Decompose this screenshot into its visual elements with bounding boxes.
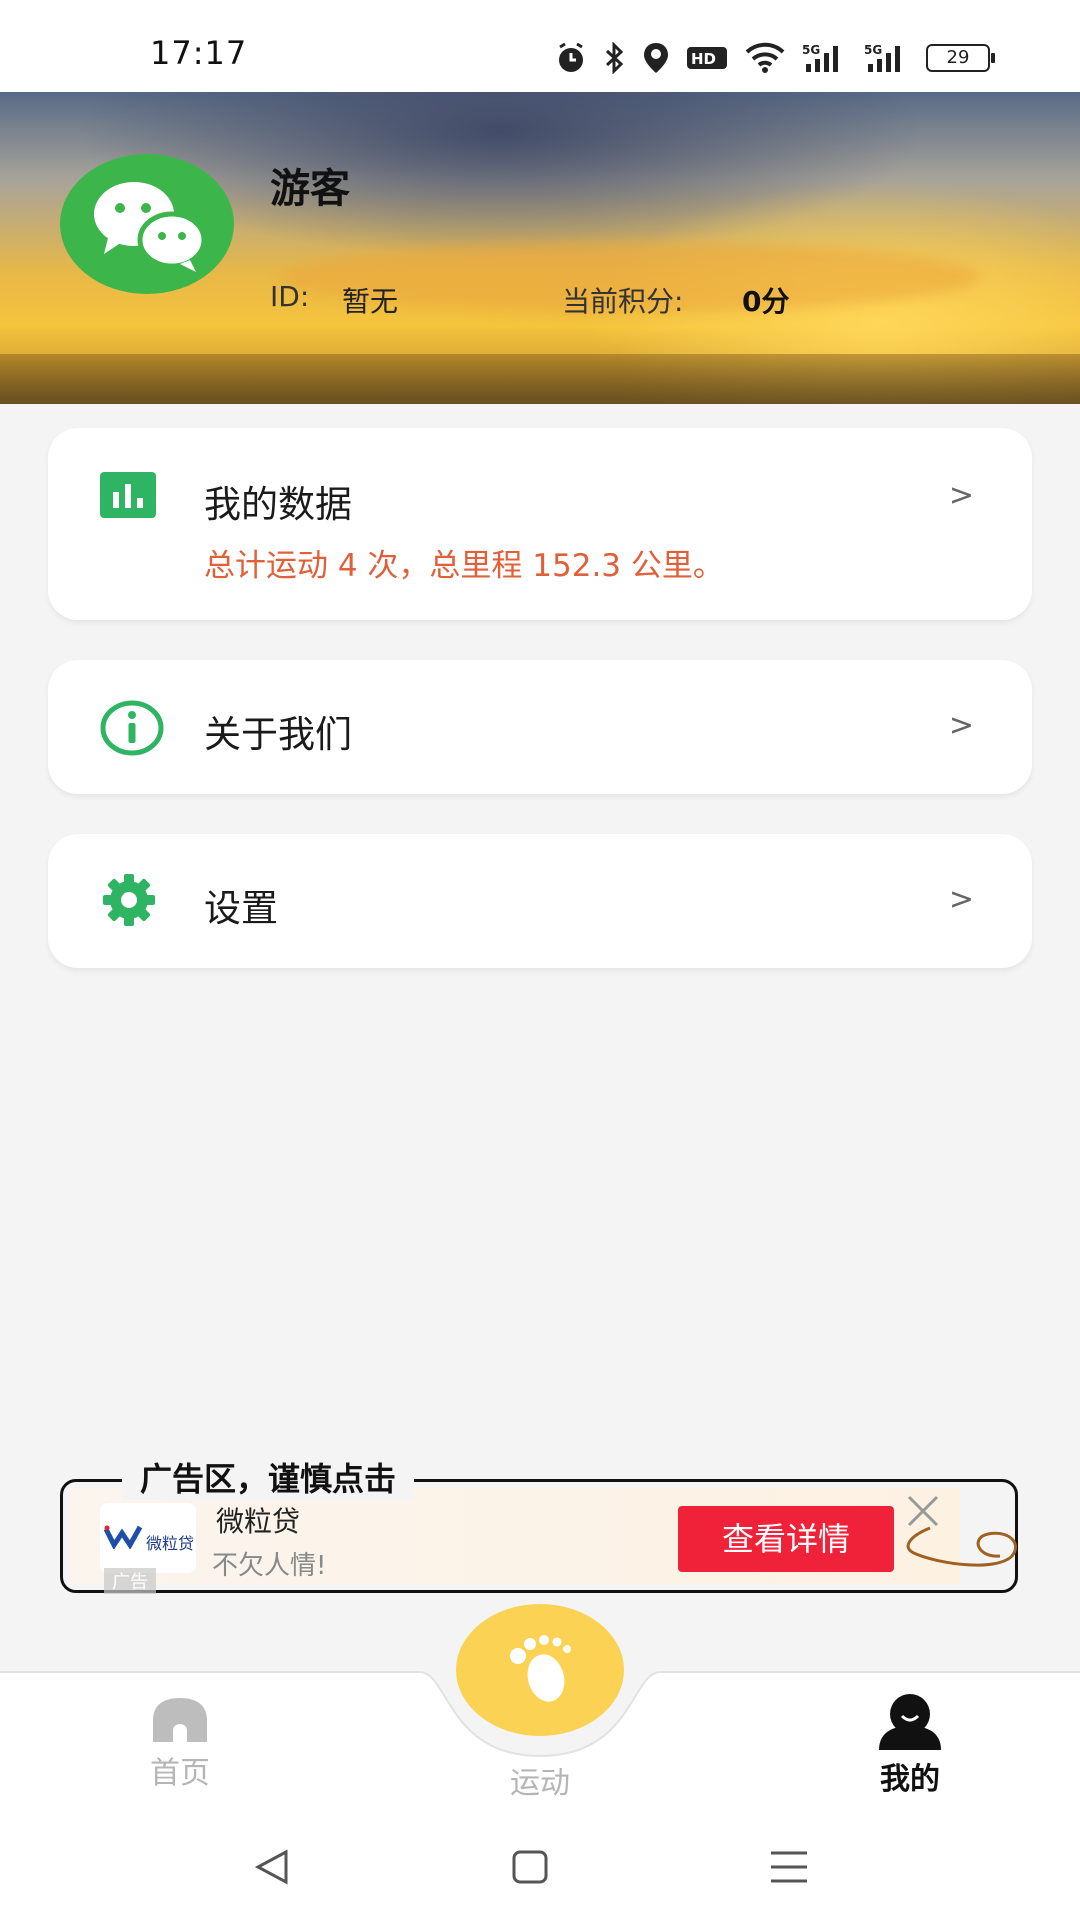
- about-label: 关于我们: [204, 713, 352, 756]
- ad-caption: 广告区，谨慎点击: [122, 1454, 415, 1500]
- my-data-card[interactable]: 我的数据 > 总计运动 4 次，总里程 152.3 公里。: [48, 428, 1032, 620]
- wifi-icon: [745, 42, 785, 73]
- svg-text:5G: 5G: [864, 43, 882, 57]
- settings-label: 设置: [204, 887, 278, 930]
- svg-text:5G: 5G: [802, 43, 820, 57]
- nav-home-label: 首页: [150, 1756, 210, 1791]
- ad-details-button[interactable]: 查看详情: [678, 1506, 894, 1572]
- alarm-icon: [559, 42, 583, 72]
- chevron-right-icon: >: [948, 708, 974, 743]
- svg-text:HD: HD: [691, 50, 716, 68]
- ad-logo-text: 微粒贷: [146, 1534, 195, 1553]
- nav-mine[interactable]: 我的: [860, 1692, 960, 1798]
- user-name: 游客: [270, 166, 350, 212]
- wechat-icon: [94, 182, 207, 272]
- location-icon: [644, 43, 668, 73]
- info-icon: [100, 700, 164, 756]
- settings-card[interactable]: 设置 >: [48, 834, 1032, 968]
- back-icon[interactable]: [252, 1848, 292, 1886]
- home-icon: [153, 1698, 207, 1742]
- signal-5g-icon: 5G: [802, 43, 838, 72]
- ad-title: 微粒贷: [216, 1505, 301, 1538]
- status-bar: 17:17 HD 5G 5G 29: [0, 0, 1080, 92]
- my-data-label: 我的数据: [204, 483, 352, 526]
- user-icon: [879, 1694, 941, 1750]
- id-value: 暂无: [342, 285, 399, 318]
- chevron-right-icon: >: [948, 882, 974, 917]
- my-data-summary: 总计运动 4 次，总里程 152.3 公里。: [204, 548, 724, 584]
- battery-icon: 29: [926, 44, 995, 72]
- footprint-icon: [510, 1635, 571, 1702]
- hd-icon: HD: [687, 47, 727, 69]
- scribble-mark: [906, 1526, 1018, 1567]
- signal-5g-icon: 5G: [864, 43, 900, 72]
- nav-home[interactable]: 首页: [140, 1696, 220, 1792]
- id-label: ID:: [270, 280, 310, 313]
- bar-chart-icon: [100, 472, 156, 518]
- system-nav: [0, 1820, 1080, 1920]
- nav-sport-label: 运动: [510, 1766, 570, 1801]
- start-sport-button[interactable]: [456, 1604, 624, 1736]
- ad-description: 不欠人情!: [212, 1551, 327, 1581]
- about-card[interactable]: 关于我们 >: [48, 660, 1032, 794]
- bluetooth-icon: [605, 42, 624, 74]
- w-logo-icon: [104, 1525, 143, 1549]
- nav-mine-label: 我的: [880, 1762, 940, 1797]
- home-square-icon[interactable]: [510, 1848, 550, 1886]
- nav-sport[interactable]: 运动: [490, 1758, 590, 1802]
- chevron-right-icon: >: [948, 478, 974, 513]
- gear-icon: [103, 874, 155, 926]
- points-value: 0分: [742, 285, 790, 318]
- points-label: 当前积分:: [562, 285, 684, 318]
- avatar[interactable]: [60, 154, 234, 294]
- ad-tag: 广告: [104, 1568, 156, 1594]
- menu-icon[interactable]: [768, 1848, 810, 1886]
- status-time: 17:17: [150, 34, 248, 72]
- status-icons: HD 5G 5G 29: [554, 38, 995, 78]
